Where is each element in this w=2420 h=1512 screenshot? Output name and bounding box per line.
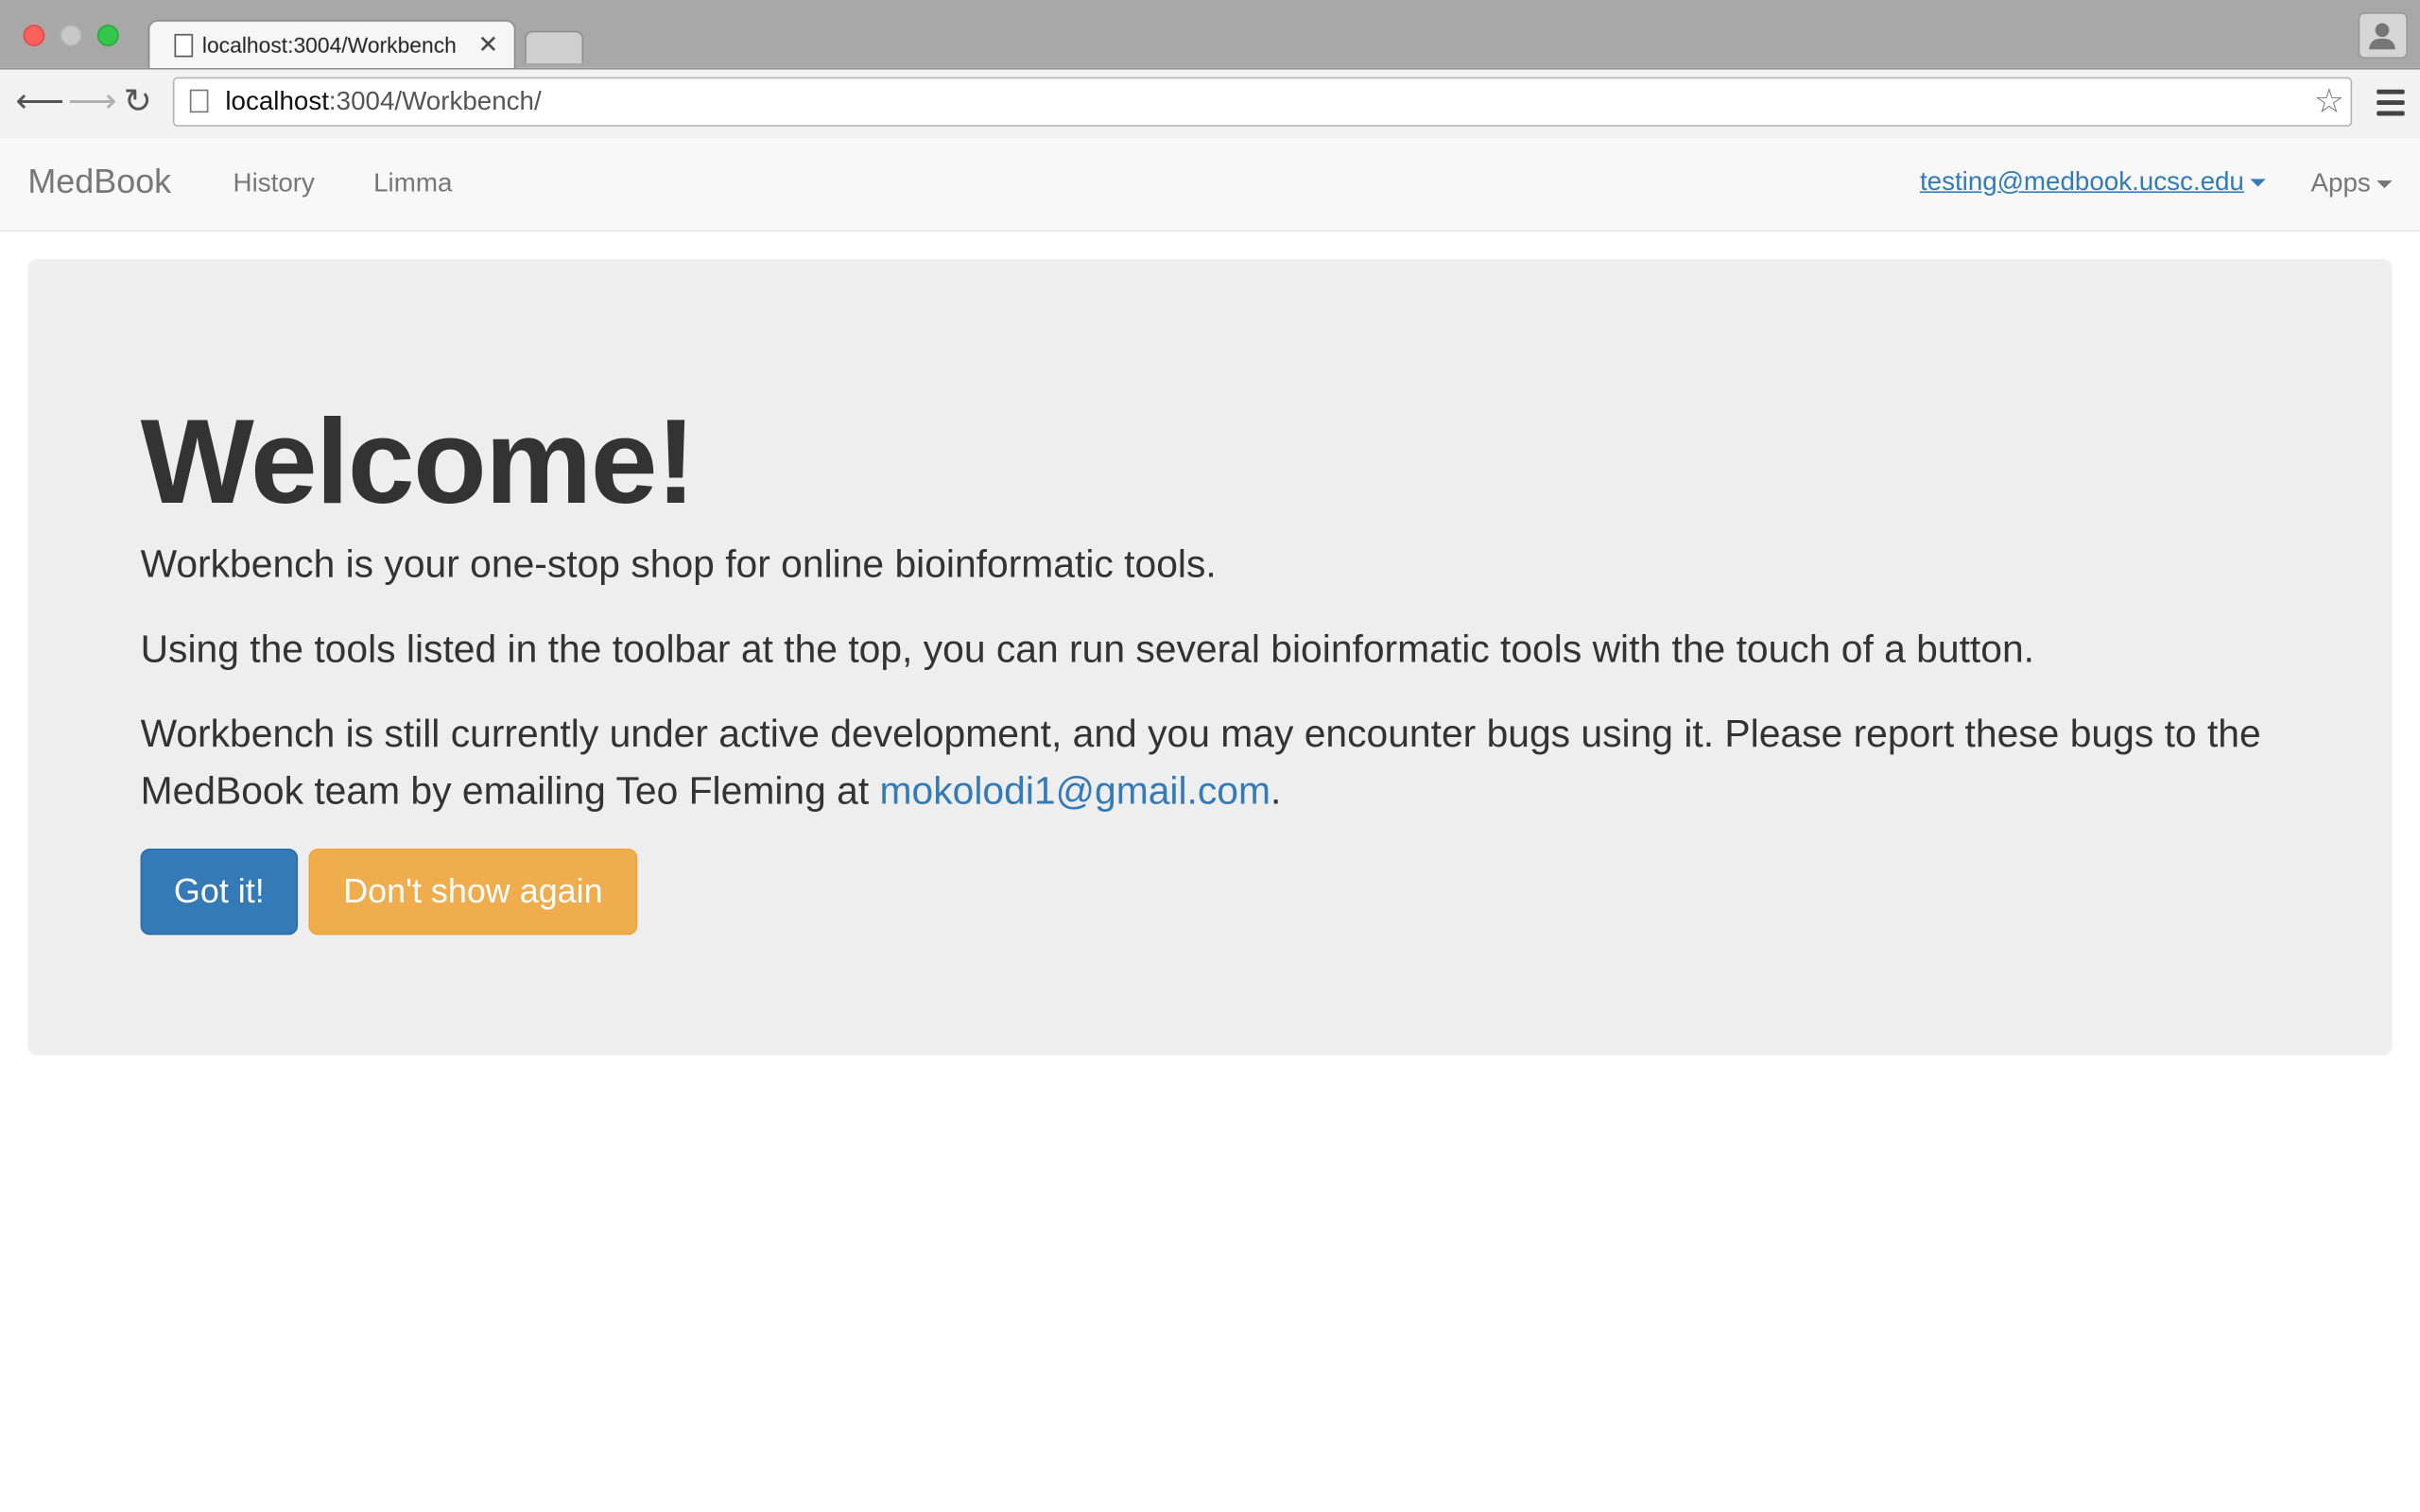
reload-icon[interactable]: ↻: [124, 82, 152, 122]
email-link[interactable]: mokolodi1@gmail.com: [880, 770, 1270, 814]
browser-toolbar: ⟵ ⟶ ↻ localhost:3004/Workbench/ ☆: [0, 67, 2420, 139]
page-icon: [174, 33, 194, 58]
profile-icon[interactable]: [2358, 12, 2408, 60]
address-bar[interactable]: localhost:3004/Workbench/ ☆: [172, 77, 2353, 127]
welcome-heading: Welcome!: [140, 393, 697, 529]
browser-tab[interactable]: localhost:3004/Workbench ✕: [147, 20, 516, 70]
close-window-button[interactable]: [23, 25, 45, 46]
page-icon: [189, 89, 209, 113]
url-text: localhost:3004/Workbench/: [225, 86, 542, 116]
welcome-jumbotron: Welcome! Workbench is your one-stop shop…: [27, 259, 2393, 1056]
app-navbar: MedBook History Limma testing@medbook.uc…: [0, 137, 2420, 232]
new-tab-button[interactable]: [525, 30, 584, 63]
maximize-window-button[interactable]: [96, 25, 119, 46]
tab-title: localhost:3004/Workbench: [201, 32, 457, 58]
close-tab-icon[interactable]: ✕: [477, 29, 498, 60]
forward-arrow-icon[interactable]: ⟶: [68, 82, 117, 122]
caret-down-icon: [2377, 180, 2393, 189]
tools-paragraph: Using the tools listed in the toolbar at…: [140, 627, 2035, 672]
user-dropdown[interactable]: testing@medbook.ucsc.edu: [1920, 166, 2266, 198]
got-it-button[interactable]: Got it!: [140, 848, 299, 936]
intro-paragraph: Workbench is your one-stop shop for onli…: [140, 542, 1217, 587]
dont-show-again-button[interactable]: Don't show again: [308, 848, 638, 936]
development-paragraph: Workbench is still currently under activ…: [140, 713, 2261, 814]
caret-down-icon: [2250, 179, 2266, 187]
hamburger-menu-icon[interactable]: [2377, 89, 2405, 122]
apps-dropdown[interactable]: Apps: [2310, 168, 2393, 199]
browser-window: localhost:3004/Workbench ✕ ⟵ ⟶ ↻ localho…: [0, 0, 2420, 1512]
back-arrow-icon[interactable]: ⟵: [15, 82, 64, 122]
bookmark-star-icon[interactable]: ☆: [2314, 82, 2344, 122]
nav-history-link[interactable]: History: [233, 168, 315, 199]
title-bar: localhost:3004/Workbench ✕: [0, 0, 2420, 70]
minimize-window-button[interactable]: [60, 25, 82, 46]
nav-limma-link[interactable]: Limma: [373, 168, 452, 199]
brand-link[interactable]: MedBook: [27, 162, 171, 201]
